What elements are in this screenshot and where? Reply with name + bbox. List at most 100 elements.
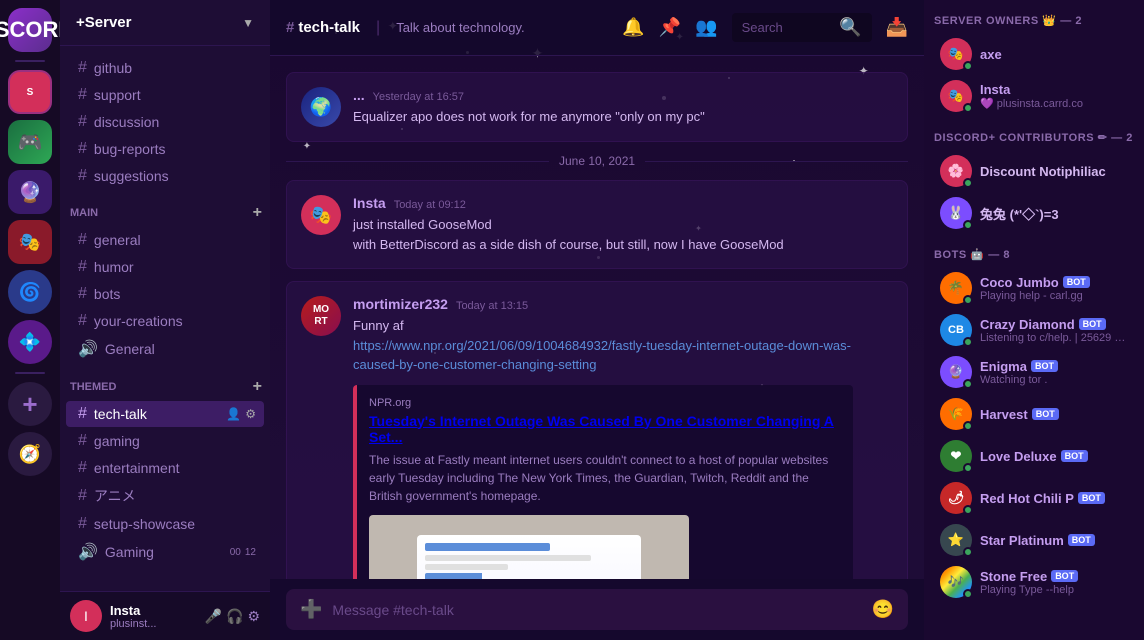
- channel-sidebar: +Server ▼ # github # support # discussio…: [60, 0, 270, 640]
- member-item-discount[interactable]: 🌸 Discount Notiphiliac: [930, 151, 1138, 191]
- member-name-insta: Insta: [980, 82, 1128, 97]
- member-info-cb: Crazy Diamond BOT Listening to c/help. |…: [980, 317, 1128, 344]
- message-input[interactable]: [332, 602, 861, 618]
- channel-item-discussion[interactable]: # discussion: [66, 109, 264, 135]
- member-info-harvest: Harvest BOT: [980, 407, 1128, 422]
- channel-item-general[interactable]: # general: [66, 227, 264, 253]
- add-server-button[interactable]: +: [8, 382, 52, 426]
- bell-icon[interactable]: 🔔: [622, 17, 644, 38]
- emoji-icon[interactable]: 😊: [872, 599, 894, 620]
- category-themed[interactable]: themed +: [60, 364, 270, 400]
- message-text-3: Funny af https://www.npr.org/2021/06/09/…: [353, 316, 893, 375]
- member-info-discount: Discount Notiphiliac: [980, 164, 1128, 179]
- member-item-coco-jumbo[interactable]: 🌴 Coco Jumbo BOT Playing help - carl.gg: [930, 268, 1138, 308]
- member-info-insta: Insta 💜 plusinsta.carrd.co: [980, 82, 1128, 110]
- channel-name-general-voice: General: [105, 341, 155, 357]
- channel-item-bug-reports[interactable]: # bug-reports: [66, 136, 264, 162]
- channel-item-tech-talk[interactable]: # tech-talk 👤 ⚙: [66, 401, 264, 427]
- add-attachment-icon[interactable]: ➕: [300, 599, 322, 620]
- hash-icon: #: [78, 432, 87, 450]
- pin-icon[interactable]: 📌: [659, 17, 681, 38]
- mic-icon[interactable]: 🎤: [205, 608, 222, 625]
- member-info-stone: Stone Free BOT Playing Type --help: [980, 569, 1128, 596]
- member-item-insta[interactable]: 🎭 Insta 💜 plusinsta.carrd.co: [930, 76, 1138, 116]
- channel-name-setup-showcase: setup-showcase: [94, 516, 195, 532]
- channel-item-gaming[interactable]: # gaming: [66, 428, 264, 454]
- channel-item-support[interactable]: # support: [66, 82, 264, 108]
- add-channel-icon[interactable]: +: [253, 204, 262, 222]
- settings-icon[interactable]: ⚙: [247, 608, 260, 625]
- server-icon-3[interactable]: 🔮: [8, 170, 52, 214]
- server-icon-1[interactable]: S: [8, 70, 52, 114]
- user-info: Insta plusinst...: [110, 603, 197, 630]
- search-box[interactable]: 🔍: [732, 13, 872, 42]
- server-icon-5[interactable]: 🌀: [8, 270, 52, 314]
- channel-item-gaming-voice[interactable]: 🔊 Gaming 00 12: [66, 538, 264, 566]
- members-icon[interactable]: 👤: [226, 407, 241, 421]
- message-time-1: Yesterday at 16:57: [373, 91, 464, 103]
- channel-item-setup-showcase[interactable]: # setup-showcase: [66, 511, 264, 537]
- member-info-enigma: Enigma BOT Watching tor .: [980, 359, 1128, 386]
- screen-bar-3: [425, 564, 508, 570]
- channel-item-entertainment[interactable]: # entertainment: [66, 455, 264, 481]
- member-item-axe[interactable]: 🎭 axe: [930, 34, 1138, 74]
- server-name: +Server: [76, 14, 131, 31]
- member-item-red-hot[interactable]: 🌶 Red Hot Chili P BOT: [930, 478, 1138, 518]
- explore-button[interactable]: 🧭: [8, 432, 52, 476]
- header-divider: |: [376, 19, 380, 37]
- search-input[interactable]: [742, 20, 834, 35]
- server-header[interactable]: +Server ▼: [60, 0, 270, 46]
- headphone-icon[interactable]: 🎧: [226, 608, 243, 625]
- message-author-2: Insta: [353, 195, 386, 211]
- member-info-bunny: 兔兔 (*'◇`)=3: [980, 204, 1128, 223]
- member-item-bunny[interactable]: 🐰 兔兔 (*'◇`)=3: [930, 193, 1138, 233]
- channel-name-bug-reports: bug-reports: [94, 141, 166, 157]
- channel-item-general-voice[interactable]: 🔊 General: [66, 335, 264, 363]
- member-avatar-axe: 🎭: [940, 38, 972, 70]
- gear-icon[interactable]: ⚙: [245, 407, 256, 421]
- member-item-love-deluxe[interactable]: ❤ Love Deluxe BOT: [930, 436, 1138, 476]
- channel-item-your-creations[interactable]: # your-creations: [66, 308, 264, 334]
- bot-badge-enigma: BOT: [1031, 360, 1058, 372]
- message-header-2: Insta Today at 09:12: [353, 195, 893, 211]
- user-avatar: I: [70, 600, 102, 632]
- hash-icon: #: [78, 515, 87, 533]
- hash-icon: #: [78, 167, 87, 185]
- member-item-crazy-diamond[interactable]: CB Crazy Diamond BOT Listening to c/help…: [930, 310, 1138, 350]
- member-item-enigma[interactable]: 🔮 Enigma BOT Watching tor .: [930, 352, 1138, 392]
- bot-badge-coco: BOT: [1063, 276, 1090, 288]
- online-indicator-2: [963, 103, 973, 113]
- channel-item-humor[interactable]: # humor: [66, 254, 264, 280]
- discord-plus-icon[interactable]: DISCORD+: [8, 8, 52, 52]
- inbox-icon[interactable]: 📥: [886, 17, 908, 38]
- member-name-enigma: Enigma: [980, 359, 1027, 374]
- channel-item-bots[interactable]: # bots: [66, 281, 264, 307]
- server-icon-4[interactable]: 🎭: [8, 220, 52, 264]
- server-icon-6[interactable]: 💠: [8, 320, 52, 364]
- channel-list: # github # support # discussion # bug-re…: [60, 46, 270, 591]
- preview-title-link[interactable]: Tuesday's Internet Outage Was Caused By …: [369, 413, 834, 445]
- server-icon-2[interactable]: 🎮: [8, 120, 52, 164]
- member-item-star-platinum[interactable]: ⭐ Star Platinum BOT: [930, 520, 1138, 560]
- member-name-axe: axe: [980, 47, 1128, 62]
- member-item-stone-free[interactable]: 🎶 Stone Free BOT Playing Type --help: [930, 562, 1138, 602]
- message-body-1: ... Yesterday at 16:57 Equalizer apo doe…: [353, 87, 893, 127]
- channel-item-github[interactable]: # github: [66, 55, 264, 81]
- members-icon[interactable]: 👥: [695, 17, 717, 38]
- member-item-harvest[interactable]: 🌾 Harvest BOT: [930, 394, 1138, 434]
- member-avatar-harvest: 🌾: [940, 398, 972, 430]
- channel-item-anime[interactable]: # アニメ: [66, 482, 264, 510]
- online-indicator-12: [963, 589, 973, 599]
- category-main[interactable]: main +: [60, 190, 270, 226]
- member-info-red: Red Hot Chili P BOT: [980, 491, 1128, 506]
- message-card-3: MORT mortimizer232 Today at 13:15 Funny …: [286, 281, 908, 579]
- messages-area[interactable]: 🌍 ... Yesterday at 16:57 Equalizer apo d…: [270, 56, 924, 579]
- channel-item-suggestions[interactable]: # suggestions: [66, 163, 264, 189]
- member-avatar-love: ❤: [940, 440, 972, 472]
- laptop-illustration: More confidence. More speed.: [369, 515, 689, 580]
- npr-link[interactable]: https://www.npr.org/2021/06/09/100468493…: [353, 338, 851, 373]
- hash-icon: #: [78, 113, 87, 131]
- preview-image: More confidence. More speed.: [369, 515, 689, 580]
- gaming-voice-badge2: 12: [245, 547, 256, 558]
- add-channel-icon-2[interactable]: +: [253, 378, 262, 396]
